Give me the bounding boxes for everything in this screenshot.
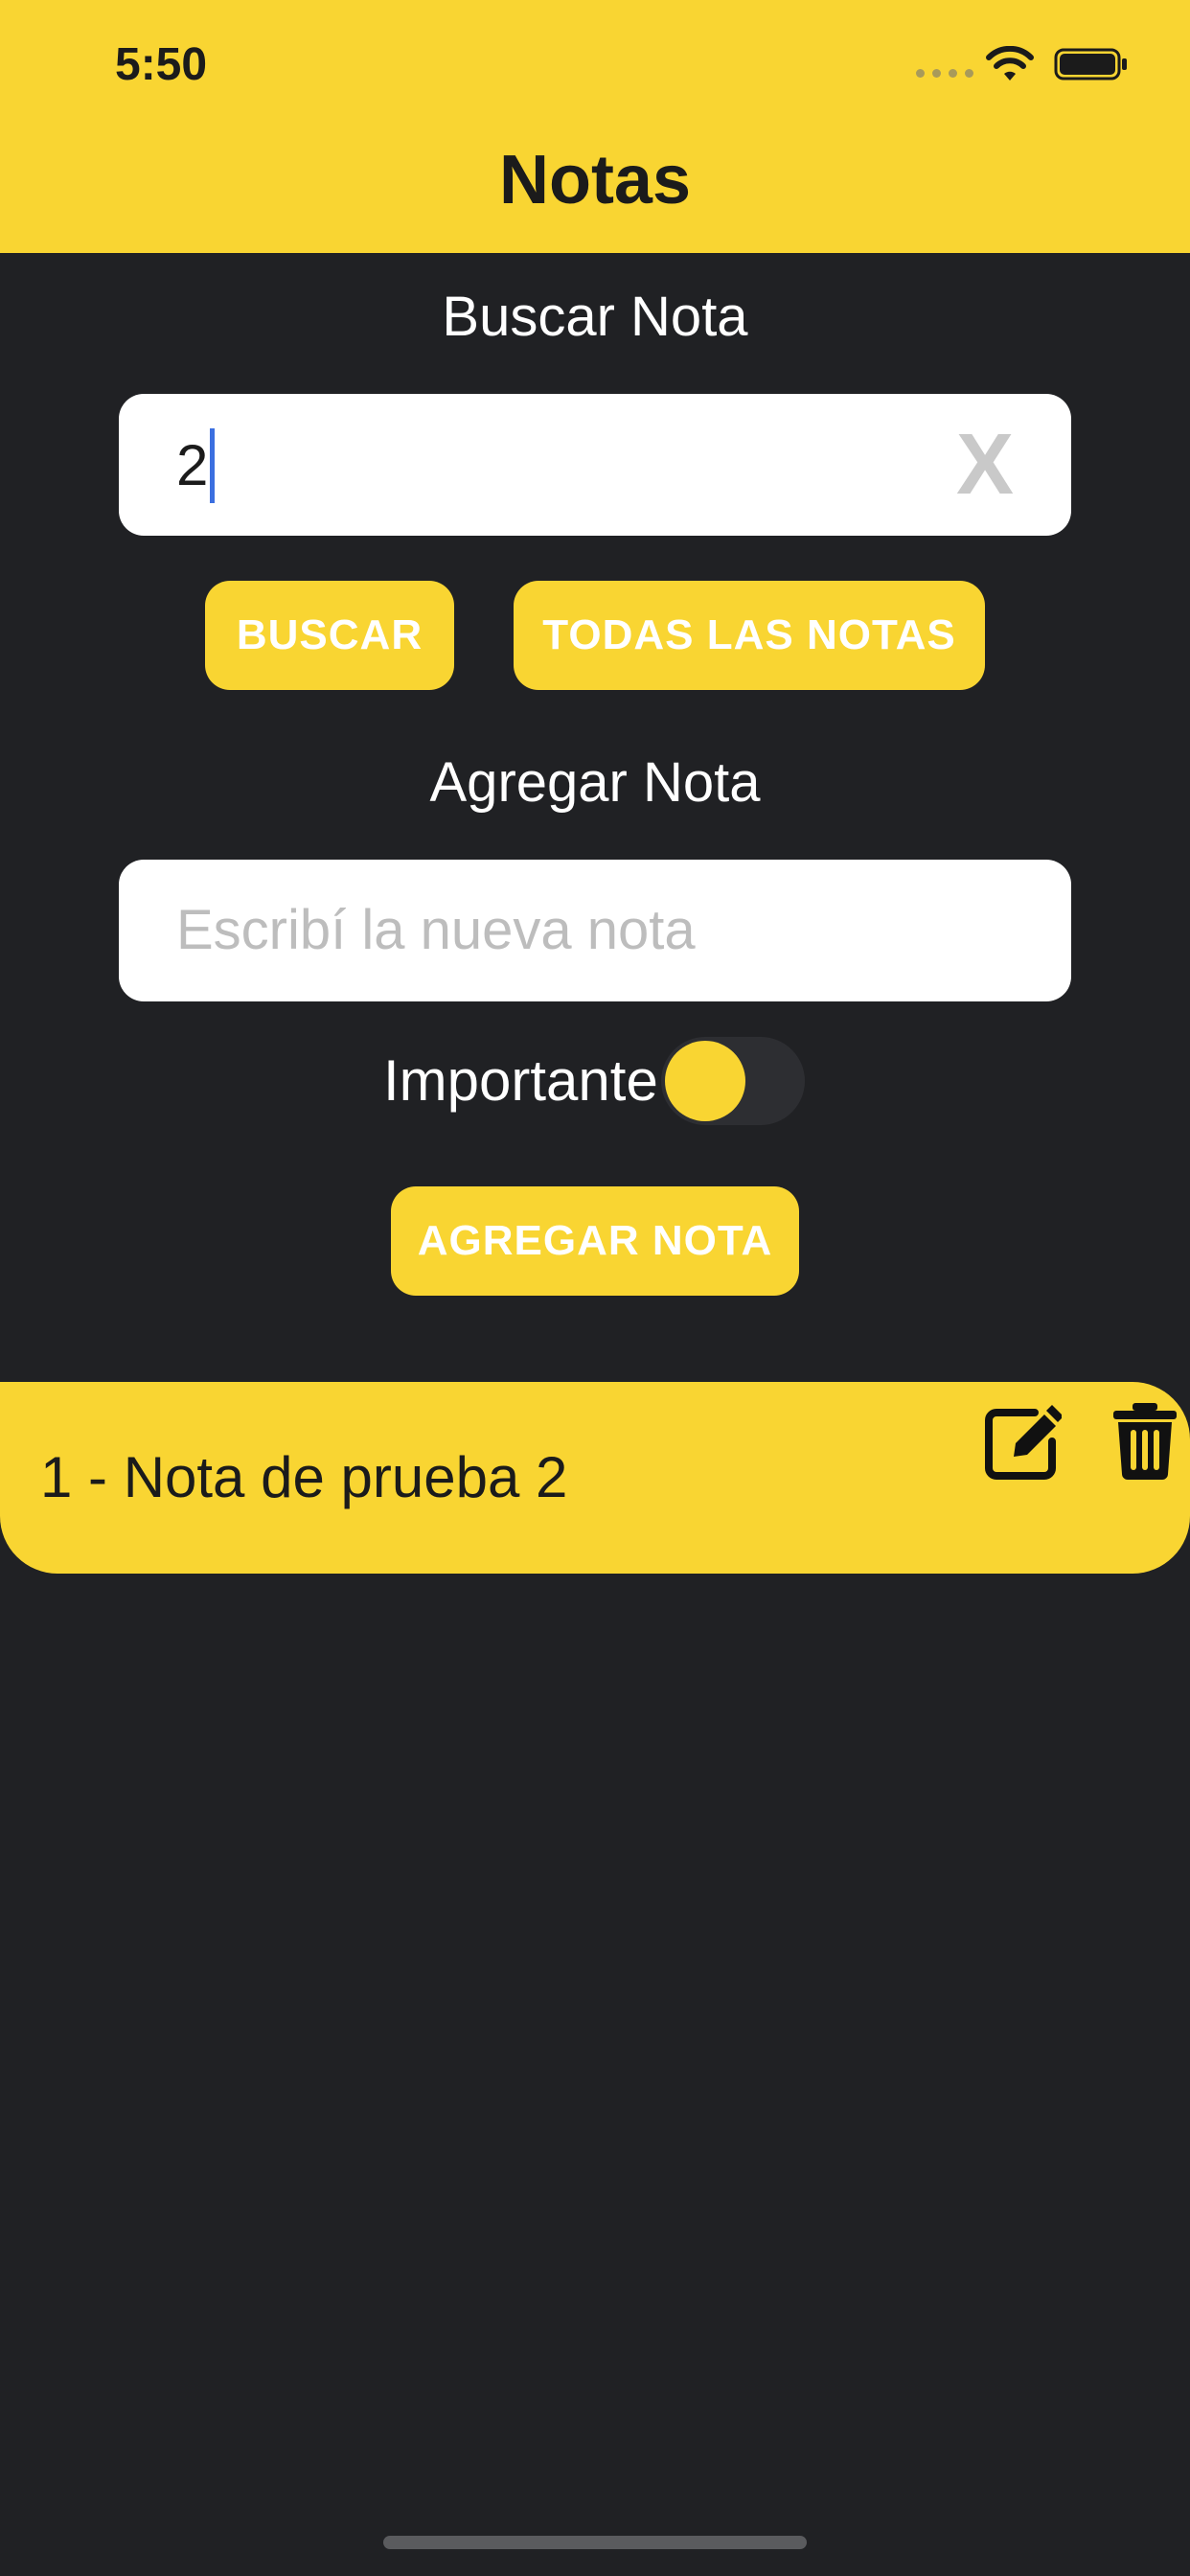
add-section-label: Agregar Nota — [429, 751, 761, 814]
important-label: Importante — [383, 1048, 658, 1113]
search-input-value: 2 — [176, 428, 216, 503]
edit-icon[interactable] — [985, 1403, 1062, 1480]
search-button[interactable]: BUSCAR — [205, 581, 454, 690]
page-title: Notas — [498, 142, 692, 218]
wifi-icon — [986, 46, 1034, 80]
important-toggle-row: Importante — [0, 1037, 1190, 1125]
list-item: 1 - Nota de prueba 2 — [0, 1382, 1190, 1574]
all-notes-button[interactable]: TODAS LAS NOTAS — [514, 581, 985, 690]
important-toggle[interactable] — [661, 1037, 805, 1125]
search-input[interactable]: 2 X — [119, 394, 1071, 536]
home-indicator — [383, 2536, 807, 2549]
clear-search-icon[interactable]: X — [956, 419, 1014, 511]
text-caret — [210, 428, 216, 503]
battery-icon — [1054, 48, 1127, 80]
note-text: 1 - Nota de prueba 2 — [40, 1445, 568, 1509]
toggle-thumb — [665, 1041, 745, 1121]
app-screen: 5:50 Notas Buscar Nota 2 X BUSCAR TODAS … — [0, 0, 1190, 2576]
cellular-signal-icon — [916, 69, 973, 78]
trash-icon[interactable] — [1111, 1403, 1179, 1480]
new-note-input[interactable]: Escribí la nueva nota — [119, 860, 1071, 1001]
add-note-button[interactable]: AGREGAR NOTA — [391, 1186, 799, 1296]
new-note-placeholder: Escribí la nueva nota — [176, 899, 696, 961]
top-bar: 5:50 Notas — [0, 0, 1190, 253]
status-time: 5:50 — [115, 39, 208, 90]
search-section-label: Buscar Nota — [442, 286, 748, 348]
